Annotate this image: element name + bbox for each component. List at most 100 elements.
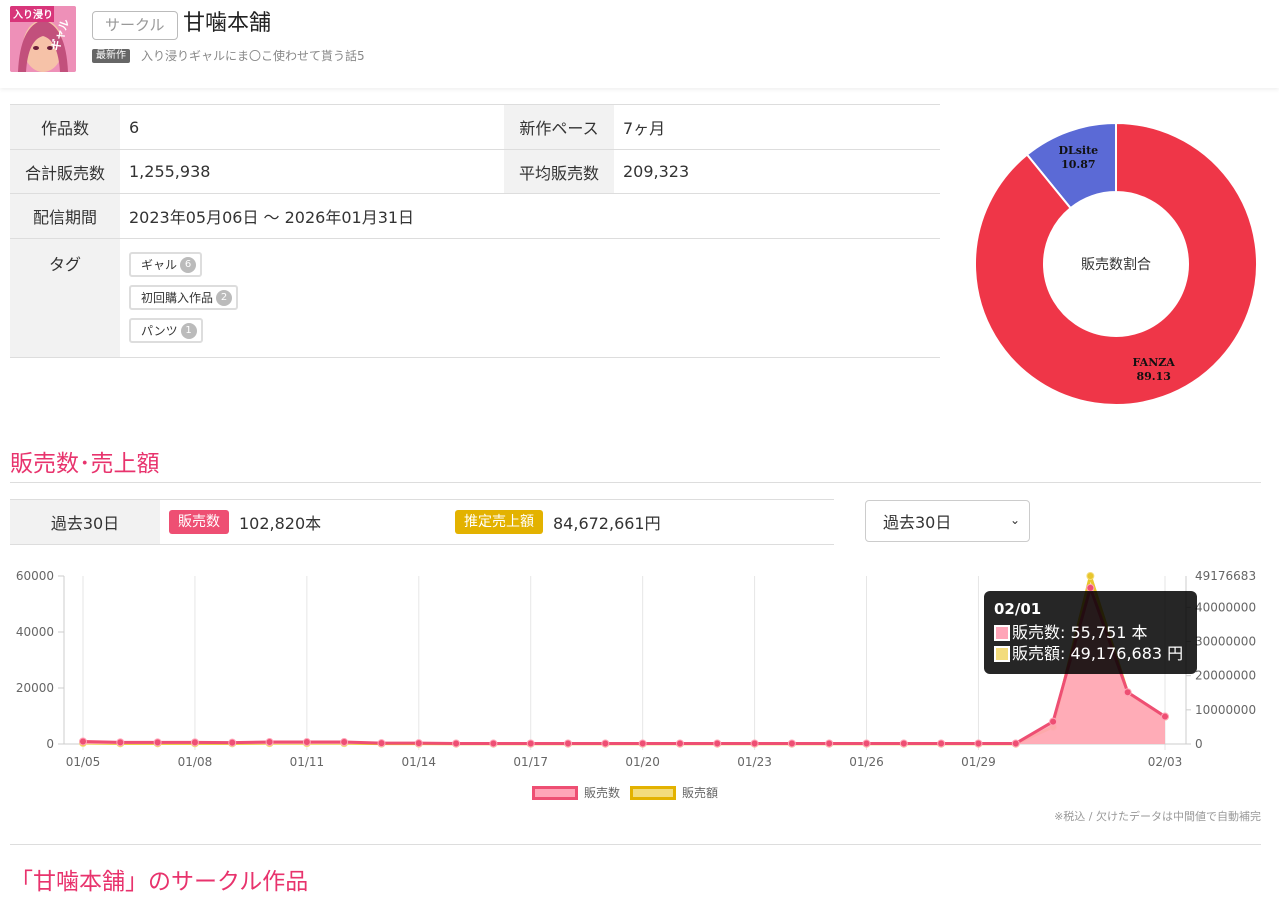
legend-item-sales[interactable]: 販売数: [532, 784, 620, 801]
sales-share-donut-chart: DLsite10.87 FANZA89.13 販売数割合: [975, 122, 1257, 406]
revenue-value: 84,672,661円: [553, 514, 661, 533]
info-row-period: 配信期間 2023年05月06日 〜 2026年01月31日: [10, 194, 940, 239]
pace-label: 新作ペース: [504, 105, 614, 149]
data-point-sales: [228, 738, 237, 747]
y-left-tick-label: 0: [46, 737, 54, 751]
works-section-title: 「甘噛本舗」のサークル作品: [10, 869, 309, 895]
total-sales-value: 1,255,938: [129, 162, 211, 181]
data-point-sales: [937, 739, 946, 748]
summary-period: 過去30日: [10, 500, 160, 544]
tag-name: パンツ: [141, 324, 178, 338]
x-tick-label: 01/05: [66, 755, 101, 769]
data-point-sales: [862, 739, 871, 748]
y-left-tick-label: 60000: [16, 569, 54, 583]
y-right-tick-label: 40000000: [1195, 600, 1256, 614]
legend-label: 販売数: [584, 786, 621, 800]
data-point-sales: [265, 738, 274, 747]
y-right-tick-label: 20000000: [1195, 669, 1256, 683]
data-point-sales: [825, 739, 834, 748]
latest-work-link[interactable]: 入り浸りギャルにま〇こ使わせて貰う話5: [141, 48, 365, 64]
data-point-sales: [787, 739, 796, 748]
data-point-sales: [675, 739, 684, 748]
legend-swatch: [630, 785, 677, 800]
data-point-sales: [153, 738, 162, 747]
data-point-sales: [489, 739, 498, 748]
section-divider: [10, 482, 1261, 483]
chart-footnote: ※税込 / 欠けたデータは中間値で自動補完: [1054, 810, 1261, 823]
pace-value: 7ヶ月: [623, 119, 666, 138]
y-left-tick-label: 20000: [16, 681, 54, 695]
period-select[interactable]: 過去30日 ⌄: [865, 500, 1030, 542]
period-select-value: 過去30日: [883, 513, 952, 532]
data-point-sales: [1161, 712, 1169, 721]
tag-first-purchase[interactable]: 初回購入作品 2: [129, 285, 239, 310]
tag-count-badge: 2: [216, 289, 233, 306]
legend-item-revenue[interactable]: 販売額: [630, 784, 718, 801]
circle-thumbnail[interactable]: 入り浸り ギャル: [10, 6, 76, 72]
data-point-sales: [79, 737, 87, 746]
new-release-badge: 最新作: [92, 49, 130, 63]
tooltip-row-sales: 販売数: 55,751 本: [994, 622, 1187, 643]
donut-label-name: DLsite: [1058, 144, 1098, 157]
sales-count-value: 102,820本: [239, 514, 322, 533]
tooltip-swatch: [994, 624, 1010, 641]
tag-name: 初回購入作品: [141, 291, 214, 305]
tag-count-badge: 1: [180, 322, 197, 339]
tooltip-revenue-text: 販売額: 49,176,683 円: [1012, 644, 1184, 663]
x-tick-label: 01/20: [625, 755, 660, 769]
page-header: 入り浸り ギャル サークル 甘噛本舗 最新作 入り浸りギャルにま〇こ使わせて貰う…: [0, 0, 1279, 88]
x-tick-label: 01/26: [849, 755, 884, 769]
data-point-revenue: [1086, 572, 1095, 580]
data-point-sales: [377, 739, 386, 748]
info-row-tags: タグ ギャル 6 初回購入作品 2 パンツ 1: [10, 239, 940, 358]
info-row-works: 作品数 6 新作ペース 7ヶ月: [10, 105, 940, 150]
circle-info-table: 作品数 6 新作ペース 7ヶ月 合計販売数 1,255,938 平均販売数 20…: [10, 104, 940, 358]
sales-summary-row: 過去30日 販売数 102,820本 推定売上額 84,672,661円: [10, 499, 834, 545]
data-point-sales: [1011, 739, 1020, 748]
data-point-sales: [116, 738, 125, 747]
data-point-sales: [899, 739, 908, 748]
works-label: 作品数: [10, 105, 120, 149]
y-left-tick-label: 40000: [16, 625, 54, 639]
x-tick-label: 01/17: [513, 755, 548, 769]
x-tick-label: 01/08: [178, 755, 213, 769]
data-point-sales: [526, 739, 535, 748]
sales-section-title: 販売数･売上額: [10, 451, 160, 477]
data-point-sales: [1123, 688, 1132, 697]
data-point-sales: [564, 739, 573, 748]
chart-tooltip: 02/01 販売数: 55,751 本 販売額: 49,176,683 円: [984, 591, 1197, 674]
y-right-tick-label: 0: [1195, 737, 1203, 751]
x-tick-label: 02/03: [1148, 755, 1183, 769]
section-divider: [10, 844, 1261, 845]
data-point-sales: [974, 739, 983, 748]
tag-pants[interactable]: パンツ 1: [129, 318, 203, 343]
avg-sales-label: 平均販売数: [504, 150, 614, 193]
chart-legend: 販売数 販売額: [532, 784, 718, 801]
y-right-tick-label: 30000000: [1195, 635, 1256, 649]
data-point-sales: [1049, 717, 1058, 726]
legend-swatch: [532, 785, 578, 800]
data-point-sales: [601, 739, 610, 748]
tags-label: タグ: [10, 239, 120, 357]
data-point-sales: [340, 738, 349, 747]
tag-name: ギャル: [141, 258, 178, 272]
donut-label-value: 10.87: [1061, 158, 1095, 171]
works-value: 6: [129, 117, 140, 137]
data-point-sales: [638, 739, 647, 748]
period-label: 配信期間: [10, 194, 120, 238]
x-tick-label: 01/23: [737, 755, 772, 769]
legend-label: 販売額: [682, 786, 719, 800]
avg-sales-value: 209,323: [623, 162, 690, 181]
x-tick-label: 01/29: [961, 755, 996, 769]
donut-label-name: FANZA: [1133, 356, 1176, 369]
circle-name: 甘噛本舗: [183, 11, 272, 36]
period-value: 2023年05月06日 〜 2026年01月31日: [129, 208, 415, 227]
data-point-sales: [414, 739, 423, 748]
tooltip-row-revenue: 販売額: 49,176,683 円: [994, 643, 1187, 664]
x-tick-label: 01/14: [401, 755, 436, 769]
tooltip-swatch: [994, 645, 1010, 662]
tooltip-sales-text: 販売数: 55,751 本: [1012, 623, 1148, 642]
x-tick-label: 01/11: [290, 755, 325, 769]
data-point-sales: [302, 738, 311, 747]
tag-gyaru[interactable]: ギャル 6: [129, 252, 203, 277]
